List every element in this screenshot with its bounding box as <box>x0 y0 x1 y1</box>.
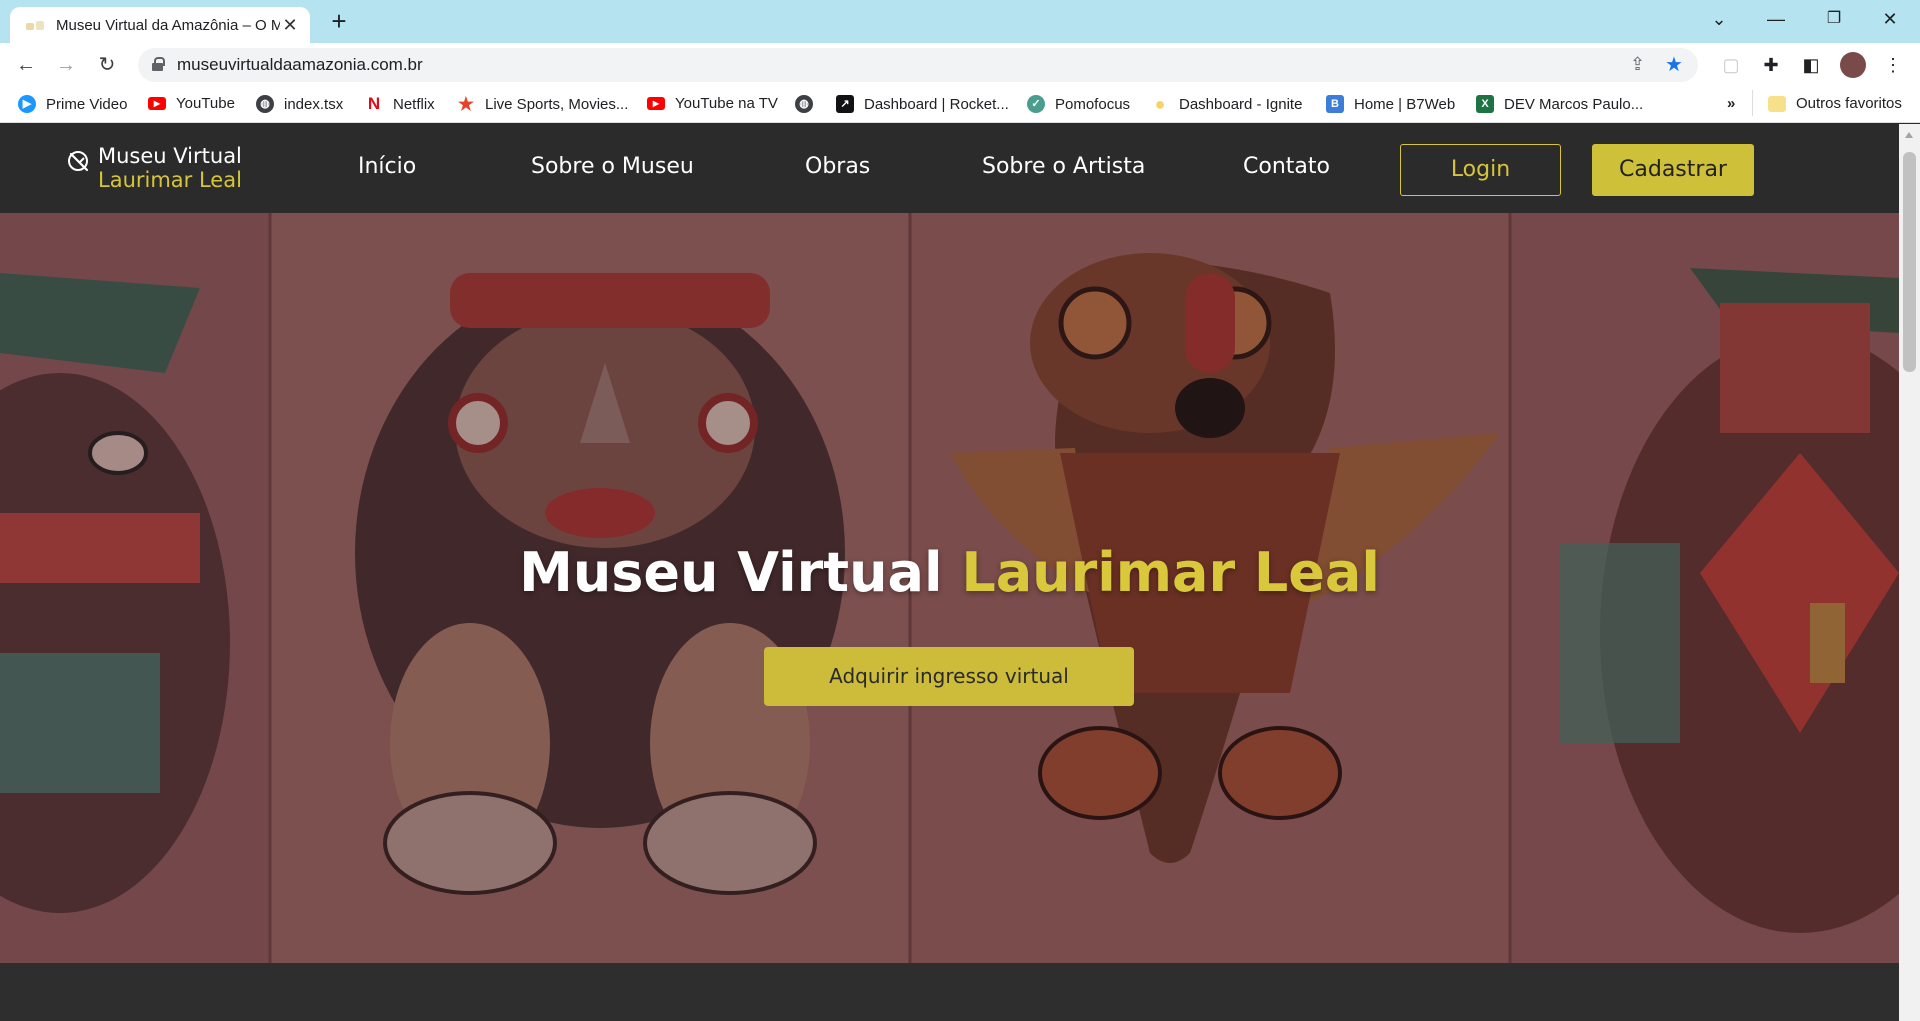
restore-button[interactable]: ❐ <box>1810 0 1858 40</box>
nav-contato[interactable]: Contato <box>1243 154 1330 179</box>
scroll-up-arrow-icon[interactable] <box>1905 132 1913 138</box>
bookmark-dev-marcos[interactable]: X DEV Marcos Paulo... <box>1476 95 1643 113</box>
address-bar[interactable]: museuvirtualdaamazonia.com.br ⇪ ★ <box>138 48 1698 82</box>
lock-icon[interactable] <box>152 57 165 71</box>
bookmark-dashboard-ignite[interactable]: ● Dashboard - Ignite <box>1151 94 1303 114</box>
web-page: Museu Virtual Laurimar Leal Início Sobre… <box>0 124 1899 1021</box>
nav-inicio[interactable]: Início <box>358 154 416 179</box>
next-section <box>0 963 1899 1021</box>
hero-section: Museu Virtual Laurimar Leal Adquirir ing… <box>0 213 1899 963</box>
bookmark-label: index.tsx <box>284 95 344 113</box>
extension-placeholder-icon[interactable]: ▢ <box>1718 52 1744 78</box>
bookmark-prime-video[interactable]: ▶ Prime Video <box>18 95 127 113</box>
youtube-icon: ▶ <box>148 97 166 110</box>
signup-button[interactable]: Cadastrar <box>1592 144 1754 196</box>
bookmark-label: Dashboard | Rocket... <box>864 95 1009 113</box>
bookmark-label: Live Sports, Movies... <box>485 95 629 113</box>
b7web-icon: B <box>1326 95 1344 113</box>
bookmark-label: Dashboard - Ignite <box>1179 95 1303 113</box>
scrollbar-thumb[interactable] <box>1903 152 1916 372</box>
side-panel-icon[interactable]: ◧ <box>1798 52 1824 78</box>
bookmark-pomofocus[interactable]: ✓ Pomofocus <box>1027 95 1130 113</box>
toolbar: ← → ↻ museuvirtualdaamazonia.com.br ⇪ ★ … <box>0 43 1920 87</box>
bookmark-star-icon[interactable]: ★ <box>1665 52 1683 77</box>
netflix-icon: N <box>367 94 381 113</box>
star-icon: ★ <box>457 94 475 114</box>
globe-icon: ◍ <box>256 95 274 113</box>
logo-line-1: Museu Virtual <box>98 144 242 168</box>
puzzle-extensions-icon[interactable]: ✚ <box>1758 52 1784 78</box>
globe-icon: ◍ <box>795 95 813 113</box>
bookmark-label: Netflix <box>393 95 435 113</box>
page-scrollbar[interactable] <box>1899 124 1920 1021</box>
rocketseat-icon: ↗ <box>836 95 854 113</box>
brush-logo-icon <box>68 151 89 172</box>
bookmark-index-tsx[interactable]: ◍ index.tsx <box>256 95 343 113</box>
browser-tab-active[interactable]: Museu Virtual da Amazônia – O M ✕ <box>10 7 310 43</box>
lightbulb-icon: ● <box>1154 94 1166 114</box>
back-arrow-icon[interactable]: ← <box>12 51 40 79</box>
bookmark-globe[interactable]: ◍ <box>795 95 823 113</box>
profile-avatar[interactable] <box>1840 52 1866 78</box>
other-bookmarks-folder[interactable]: Outros favoritos <box>1768 95 1902 112</box>
bookmark-youtube[interactable]: ▶ YouTube <box>148 95 235 112</box>
bookmark-divider <box>1752 90 1753 116</box>
close-tab-icon[interactable]: ✕ <box>280 15 300 35</box>
nav-obras[interactable]: Obras <box>805 154 870 179</box>
bookmark-label: YouTube <box>176 95 235 112</box>
hero-title-white: Museu Virtual <box>519 541 943 604</box>
bookmark-label: Prime Video <box>46 95 128 113</box>
site-header: Museu Virtual Laurimar Leal Início Sobre… <box>0 124 1899 213</box>
tab-search-chevron-icon[interactable]: ⌄ <box>1695 0 1743 40</box>
nav-sobre-o-museu[interactable]: Sobre o Museu <box>531 154 694 179</box>
forward-arrow-icon[interactable]: → <box>52 51 80 79</box>
bookmark-dashboard-rocket[interactable]: ↗ Dashboard | Rocket... <box>836 95 1009 113</box>
bookmark-label: Home | B7Web <box>1354 95 1456 113</box>
bookmark-label: Pomofocus <box>1055 95 1131 113</box>
bookmarks-bar: ▶ Prime Video ▶ YouTube ◍ index.tsx N Netfli… <box>0 87 1920 123</box>
site-favicon-icon <box>26 20 46 30</box>
browser-tab-strip: Museu Virtual da Amazônia – O M ✕ + ⌄ — … <box>0 0 1920 43</box>
site-logo[interactable]: Museu Virtual Laurimar Leal <box>66 144 242 192</box>
bookmark-live-sports[interactable]: ★ Live Sports, Movies... <box>457 95 628 113</box>
check-icon: ✓ <box>1027 95 1045 113</box>
bookmark-netflix[interactable]: N Netflix <box>365 95 435 113</box>
hero-title-gold: Laurimar Leal <box>961 541 1380 604</box>
kebab-menu-icon[interactable]: ⋮ <box>1880 52 1906 78</box>
url-text[interactable]: museuvirtualdaamazonia.com.br <box>177 55 423 75</box>
tab-title: Museu Virtual da Amazônia – O M <box>56 16 280 34</box>
folder-icon <box>1768 95 1786 112</box>
minimize-button[interactable]: — <box>1752 0 1800 40</box>
bookmarks-overflow-button[interactable]: » <box>1727 95 1735 112</box>
bookmark-label: Outros favoritos <box>1796 95 1902 112</box>
bookmark-label: YouTube na TV <box>675 95 778 112</box>
nav-sobre-o-artista[interactable]: Sobre o Artista <box>982 154 1145 179</box>
prime-video-icon: ▶ <box>18 95 36 113</box>
reload-icon[interactable]: ↻ <box>93 51 121 79</box>
login-button[interactable]: Login <box>1400 144 1561 196</box>
bookmark-youtube-tv[interactable]: ▶ YouTube na TV <box>647 95 778 112</box>
hero-title: Museu Virtual Laurimar Leal <box>0 541 1899 604</box>
excel-icon: X <box>1476 95 1494 113</box>
share-icon[interactable]: ⇪ <box>1630 54 1645 75</box>
overflow-chevron-icon: » <box>1727 95 1736 112</box>
close-window-button[interactable]: ✕ <box>1866 0 1914 40</box>
bookmark-label: DEV Marcos Paulo... <box>1504 95 1644 113</box>
bookmark-b7web[interactable]: B Home | B7Web <box>1326 95 1455 113</box>
buy-virtual-ticket-button[interactable]: Adquirir ingresso virtual <box>764 647 1134 706</box>
logo-line-2: Laurimar Leal <box>98 168 242 192</box>
new-tab-button[interactable]: + <box>324 6 354 36</box>
youtube-icon: ▶ <box>647 97 665 110</box>
